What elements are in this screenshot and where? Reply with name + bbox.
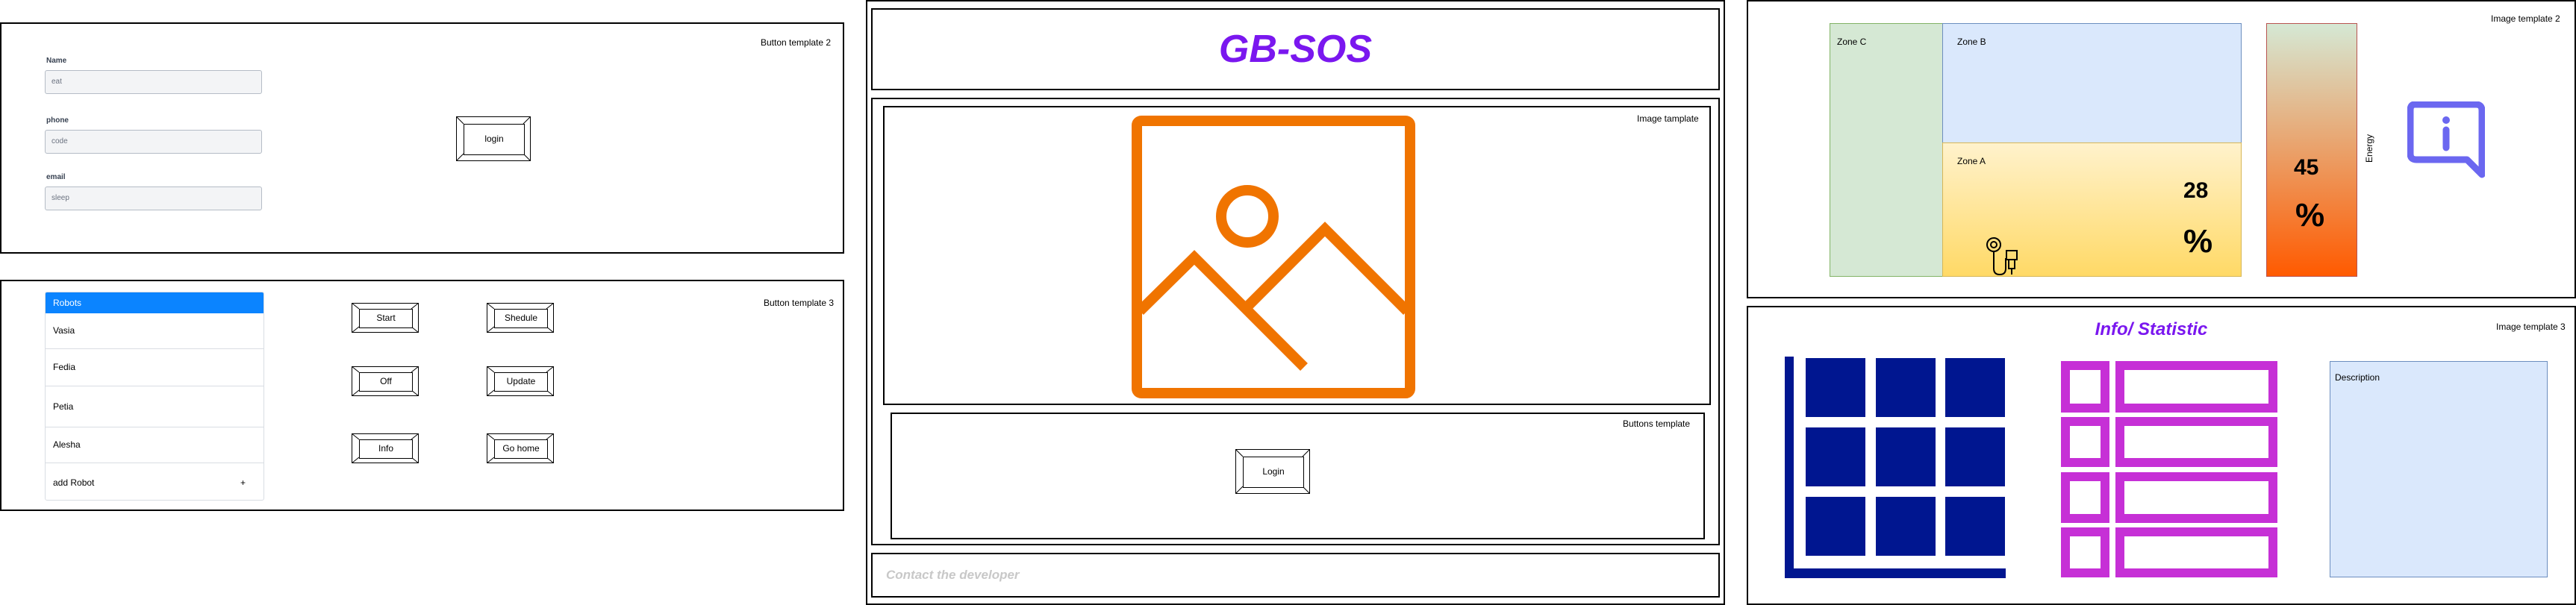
zone-c-label: Zone C <box>1837 37 1867 47</box>
plus-icon: + <box>240 477 246 488</box>
list-item[interactable]: Alesha <box>46 427 263 463</box>
template-label: Image template 2 <box>2491 13 2560 24</box>
zone-b: Zone B <box>1942 23 2242 143</box>
login-button-label: Login <box>1243 457 1304 488</box>
title-bar: GB-SOS <box>871 8 1720 90</box>
zone-a-percent-icon: % <box>2183 223 2213 260</box>
list-item[interactable]: Vasia <box>46 313 263 348</box>
image-template: Image tamplate <box>883 106 1711 405</box>
buttons-template: Buttons template Login <box>891 413 1705 539</box>
schedule-button[interactable]: Shedule <box>487 303 554 333</box>
start-button[interactable]: Start <box>352 303 419 333</box>
footer-bar: Contact the developer <box>871 553 1720 598</box>
grid-view-icon <box>1785 357 2006 578</box>
page-title: GB-SOS <box>1218 28 1373 71</box>
info-chat-icon <box>2407 101 2485 178</box>
description-label: Description <box>2335 372 2380 383</box>
update-button[interactable]: Update <box>487 366 554 396</box>
name-label: Name <box>46 57 67 65</box>
add-robot-label: add Robot <box>53 477 95 488</box>
mobile-frame: GB-SOS Image tamplate Buttons template L… <box>866 0 1725 605</box>
template-label: Button template 3 <box>764 298 835 308</box>
update-button-label: Update <box>494 372 548 392</box>
list-view-icon <box>2061 361 2277 577</box>
image-template-3: Image template 3 Info/ Statistic Descrip… <box>1747 306 2576 605</box>
start-button-label: Start <box>359 309 413 328</box>
login-button-label: login <box>464 124 525 155</box>
energy-bar: 45 % <box>2266 23 2357 277</box>
robot-list: Robots Vasia Fedia Petia Alesha add Robo… <box>45 292 264 501</box>
zone-b-label: Zone B <box>1957 37 1986 47</box>
zone-a-value: 28 <box>2183 178 2209 203</box>
zone-a-label: Zone A <box>1957 156 1986 166</box>
energy-value: 45 <box>2294 155 2319 180</box>
phone-input[interactable]: code <box>45 130 262 154</box>
zone-c: Zone C <box>1830 23 1943 277</box>
image-template-2: Image template 2 Zone C Zone B Zone A 28… <box>1747 0 2576 298</box>
info-statistic-title: Info/ Statistic <box>2095 319 2208 339</box>
phone-label: phone <box>46 116 69 125</box>
list-item[interactable]: Fedia <box>46 348 263 386</box>
email-label: email <box>46 173 66 181</box>
login-button[interactable]: login <box>456 116 531 161</box>
login-button[interactable]: Login <box>1235 449 1310 494</box>
template-frame-robots: Button template 3 Robots Vasia Fedia Pet… <box>0 280 844 511</box>
go-home-button-label: Go home <box>494 439 548 459</box>
email-input[interactable]: sleep <box>45 186 262 210</box>
energy-label: Energy <box>2364 134 2374 163</box>
template-label: Image tamplate <box>1637 113 1699 124</box>
list-item[interactable]: Petia <box>46 386 263 427</box>
contact-developer-link[interactable]: Contact the developer <box>886 568 1020 583</box>
add-robot-item[interactable]: add Robot + <box>46 463 263 500</box>
schedule-button-label: Shedule <box>494 309 548 328</box>
zone-a: Zone A 28 % <box>1942 142 2242 277</box>
info-button-label: Info <box>359 439 413 459</box>
template-frame-login: Button template 2 Name eat phone code em… <box>0 22 844 254</box>
template-label: Buttons template <box>1623 419 1691 429</box>
description-box: Description <box>2330 361 2548 577</box>
template-label: Image template 3 <box>2496 322 2566 332</box>
image-placeholder-icon <box>1132 116 1415 398</box>
content-area: Image tamplate Buttons template Login <box>871 98 1720 545</box>
info-button[interactable]: Info <box>352 433 419 463</box>
template-label: Button template 2 <box>761 37 832 48</box>
plug-icon <box>1986 237 2018 276</box>
off-button[interactable]: Off <box>352 366 419 396</box>
go-home-button[interactable]: Go home <box>487 433 554 463</box>
off-button-label: Off <box>359 372 413 392</box>
list-header: Robots <box>46 292 263 313</box>
name-input[interactable]: eat <box>45 70 262 94</box>
energy-percent-icon: % <box>2295 197 2325 233</box>
